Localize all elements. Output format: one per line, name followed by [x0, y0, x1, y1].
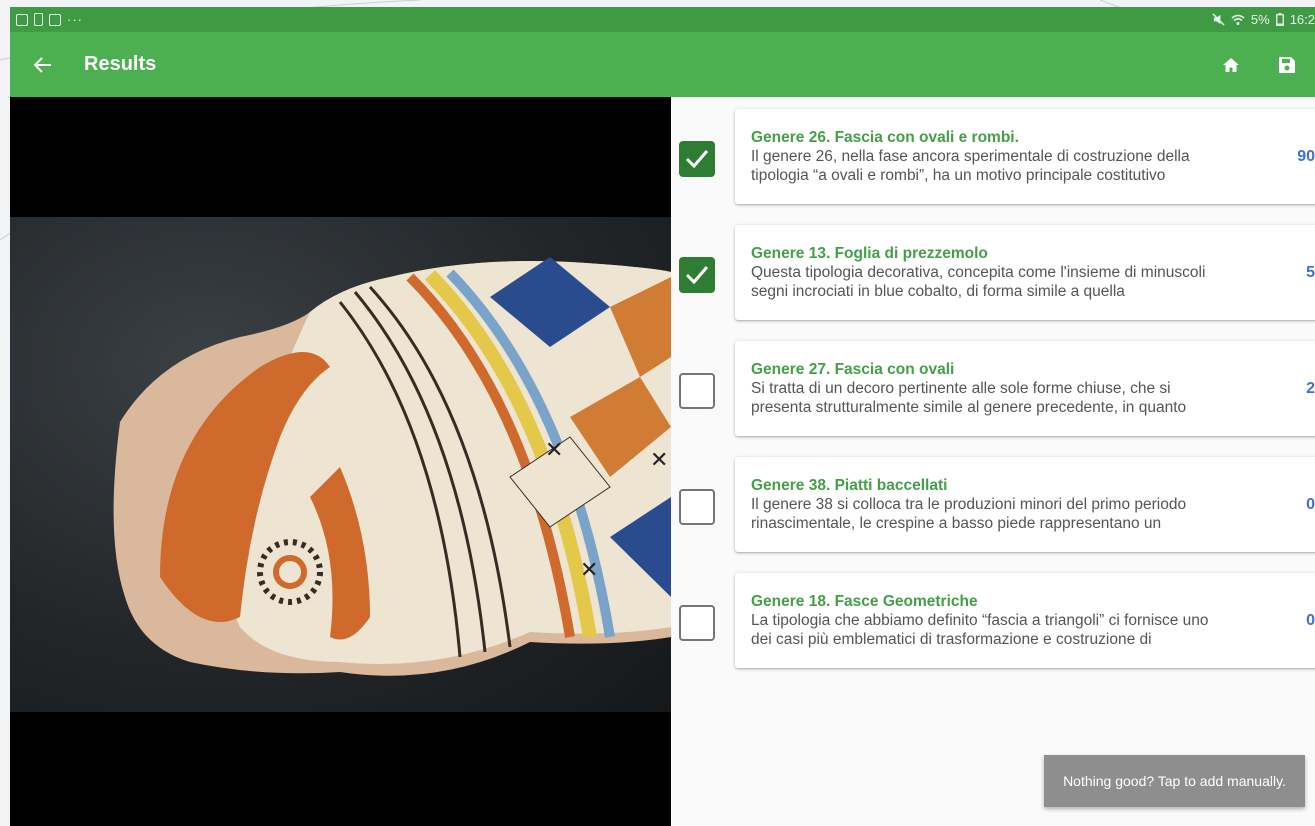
- result-title: Genere 27. Fascia con ovali: [751, 361, 955, 378]
- save-button[interactable]: [1259, 32, 1315, 97]
- snackbar-text: Nothing good? Tap to add manually.: [1063, 773, 1286, 789]
- photo-preview-panel: ✕ ✕ ✕: [10, 97, 671, 826]
- captured-photo: ✕ ✕ ✕: [10, 217, 671, 712]
- result-row: Genere 13. Foglia di prezzemolo Questa t…: [671, 225, 1315, 320]
- result-card[interactable]: Genere 38. Piatti baccellati Il genere 3…: [735, 457, 1315, 552]
- result-title: Genere 26. Fascia con ovali e rombi.: [751, 129, 1019, 146]
- svg-text:✕: ✕: [580, 558, 598, 583]
- result-description: La tipologia che abbiamo definito “fasci…: [751, 612, 1209, 648]
- result-checkbox[interactable]: [679, 141, 715, 177]
- status-bar: ··· 5% 16:2: [10, 7, 1315, 32]
- back-button[interactable]: [10, 32, 70, 97]
- result-score: 0: [1306, 611, 1315, 629]
- result-description: Questa tipologia decorativa, concepita c…: [751, 264, 1206, 300]
- result-checkbox[interactable]: [679, 489, 715, 525]
- result-card[interactable]: Genere 26. Fascia con ovali e rombi. Il …: [735, 109, 1315, 204]
- result-title: Genere 38. Piatti baccellati: [751, 477, 948, 494]
- save-icon: [1279, 56, 1295, 73]
- mail-notification-icon: [49, 13, 61, 26]
- result-card[interactable]: Genere 27. Fascia con ovali Si tratta di…: [735, 341, 1315, 436]
- page-title: Results: [84, 53, 157, 75]
- wifi-icon: [1231, 14, 1245, 25]
- gallery-notification-icon: [16, 13, 28, 26]
- tablet-screen: ··· 5% 16:2 Results ✕ ✕ ✕ Genere 26. Fas…: [10, 7, 1315, 826]
- result-card[interactable]: Genere 18. Fasce Geometriche La tipologi…: [735, 573, 1315, 668]
- result-row: Genere 27. Fascia con ovali Si tratta di…: [671, 341, 1315, 436]
- alert-notification-icon: [34, 13, 43, 26]
- result-score: 2: [1306, 379, 1315, 397]
- svg-text:✕: ✕: [650, 448, 668, 473]
- add-manually-snackbar[interactable]: Nothing good? Tap to add manually.: [1044, 755, 1305, 807]
- clock: 16:2: [1289, 12, 1315, 27]
- checkmark-icon: [685, 266, 709, 285]
- result-title: Genere 13. Foglia di prezzemolo: [751, 245, 988, 262]
- result-score: 5: [1306, 263, 1315, 281]
- result-checkbox[interactable]: [679, 605, 715, 641]
- result-score: 90: [1297, 147, 1315, 165]
- battery-icon: [1275, 13, 1284, 26]
- home-button[interactable]: [1203, 32, 1259, 97]
- result-score: 0: [1306, 495, 1315, 513]
- more-notifications-icon: ···: [67, 12, 83, 27]
- mute-icon: [1212, 13, 1225, 26]
- results-list: Genere 26. Fascia con ovali e rombi. Il …: [671, 97, 1315, 826]
- result-description: Si tratta di un decoro pertinente alle s…: [751, 380, 1187, 416]
- checkmark-icon: [685, 150, 709, 169]
- home-icon: [1223, 57, 1239, 72]
- result-row: Genere 38. Piatti baccellati Il genere 3…: [671, 457, 1315, 552]
- result-description: Il genere 26, nella fase ancora sperimen…: [751, 148, 1190, 184]
- battery-percent: 5%: [1250, 12, 1270, 27]
- result-row: Genere 26. Fascia con ovali e rombi. Il …: [671, 109, 1315, 204]
- svg-text:✕: ✕: [545, 438, 563, 463]
- result-checkbox[interactable]: [679, 373, 715, 409]
- result-title: Genere 18. Fasce Geometriche: [751, 593, 978, 610]
- result-row: Genere 18. Fasce Geometriche La tipologi…: [671, 573, 1315, 668]
- result-description: Il genere 38 si colloca tra le produzion…: [751, 496, 1187, 532]
- result-checkbox[interactable]: [679, 257, 715, 293]
- arrow-left-icon: [34, 56, 51, 73]
- result-card[interactable]: Genere 13. Foglia di prezzemolo Questa t…: [735, 225, 1315, 320]
- app-bar: Results: [10, 32, 1315, 97]
